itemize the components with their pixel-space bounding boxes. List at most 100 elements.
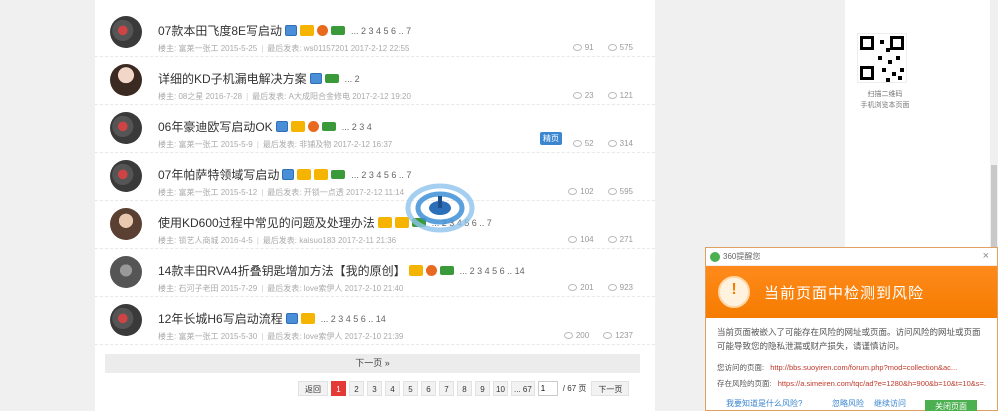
avatar[interactable] [110,112,142,144]
views-count: 923 [607,283,633,292]
author-name[interactable]: 富莱一张工 [178,188,218,197]
thread-title-line: 07款本田飞度8E写启动 ... 2 3 4 5 6 .. 7 [158,22,411,39]
thread-row: 07年帕萨特领域写启动 ... 2 3 4 5 6 .. 7 楼主: 富莱一张工 2… [95,154,655,201]
thread-page-links[interactable]: ... 2 [345,74,360,84]
thread-page-links[interactable]: ... 2 3 4 5 6 .. 14 [321,314,386,324]
last-post-info[interactable]: ws01157201 2017-2-12 22:55 [304,44,410,53]
what-risk-link[interactable]: 我要知道是什么风险? [726,399,802,408]
avatar[interactable] [110,16,142,48]
author-name[interactable]: 富莱一张工 [178,140,218,149]
avatar[interactable] [110,304,142,336]
thread-title-link[interactable]: 12年长城H6写启动流程 [158,310,283,327]
last-post-info[interactable]: love索伊人 2017-2-10 21:40 [304,284,404,293]
last-post-info[interactable]: 非铺及物 2017-2-12 16:37 [299,140,392,149]
close-page-button[interactable]: 关闭页面 [925,400,977,411]
author-name[interactable]: 富莱一张工 [178,332,218,341]
page-link[interactable]: 4 [385,381,400,396]
author-name[interactable]: 石河子老田 [178,284,218,293]
thread-page-links[interactable]: ... 2 3 4 5 6 .. 14 [460,266,525,276]
thread-title-link[interactable]: 07年帕萨特领域写启动 [158,166,279,183]
thread-title-link[interactable]: 使用KD600过程中常见的问题及处理办法 [158,214,375,231]
thread-stats: 91 575 [572,43,633,52]
next-page-button[interactable]: 下一页 [591,381,630,396]
views-count: 314 [607,139,633,148]
qr-module [878,56,882,60]
avatar[interactable] [110,256,142,288]
last-post-info[interactable]: kaisuo183 2017-2-11 21:36 [299,236,396,245]
replies-count: 102 [568,187,594,196]
continue-visit-link[interactable]: 继续访问 [874,398,906,409]
total-pages: / 67 页 [562,384,587,393]
image-attachment-icon [309,73,322,84]
thread-page-links[interactable]: ... 2 3 4 [342,122,372,132]
thread-page-links[interactable]: ... 2 3 4 5 6 .. 7 [351,26,411,36]
back-button[interactable]: 返回 [298,381,328,396]
page-link[interactable]: 2 [349,381,364,396]
thread-title-line: 详细的KD子机漏电解决方案 ... 2 [158,70,360,87]
author-name[interactable]: 富莱一张工 [178,44,218,53]
page-link[interactable]: 9 [475,381,490,396]
thread-title-link[interactable]: 详细的KD子机漏电解决方案 [158,70,307,87]
thread-meta: 楼主: 富莱一张工 2015-5-25 | 最后发表: ws01157201 201… [158,43,409,54]
page-number-input[interactable] [537,381,558,396]
last-post-info[interactable]: love索伊人 2017-2-10 21:39 [304,332,404,341]
author-name[interactable]: 锁艺人商城 [178,236,218,245]
page-link[interactable]: 7 [439,381,454,396]
next-page-bar[interactable]: 下一页 » [105,354,640,373]
thread-row: 07款本田飞度8E写启动 ... 2 3 4 5 6 .. 7 楼主: 富莱一张工 … [95,10,655,57]
avatar[interactable] [110,160,142,192]
views-count: 575 [607,43,633,52]
page-link[interactable]: 3 [367,381,382,396]
thread-title-link[interactable]: 07款本田飞度8E写启动 [158,22,282,39]
eye-icon [607,44,617,52]
last-post-label: 最后发表: [267,332,302,341]
qr-finder-top-left [860,36,874,50]
visited-url-label: 您访问的页面: [717,363,765,372]
thread-stats: 200 1237 [563,331,633,340]
author-name[interactable]: 08之星 [178,92,203,101]
thread-title-link[interactable]: 06年豪迪欧写启动OK [158,118,273,135]
ignore-risk-link[interactable]: 忽略风险 [832,398,864,409]
recommend-icon [425,265,437,276]
thread-meta: 楼主: 富莱一张工 2015-5-9 | 最后发表: 非铺及物 2017-2-12 … [158,139,392,150]
page-link[interactable]: 1 [331,381,346,396]
scrollbar-thumb[interactable] [991,165,997,257]
last-post-label: 最后发表: [267,284,302,293]
thread-meta: 楼主: 富莱一张工 2015-5-30 | 最后发表: love索伊人 2017-2… [158,331,403,342]
popup-close-icon[interactable]: × [983,250,989,262]
last-post-info[interactable]: A大成阳合金修电 2017-2-12 19:20 [289,92,411,101]
author-label: 楼主: [158,44,177,53]
eye-icon [607,140,617,148]
author-label: 楼主: [158,332,177,341]
last-post-info[interactable]: 开锁一点透 2017-2-12 11:14 [304,188,404,197]
views-value: 595 [619,187,633,196]
recommend-icon [317,25,329,36]
thread-page-links[interactable]: ... 2 3 4 5 6 .. 7 [351,170,411,180]
meta-divider: | [261,44,264,53]
page-link[interactable]: ... 67 [511,381,535,396]
page-link[interactable]: 8 [457,381,472,396]
replies-value: 201 [580,283,594,292]
popup-banner: 当前页面中检测到风险 [706,266,997,318]
replies-count: 104 [568,235,594,244]
avatar[interactable] [110,208,142,240]
thread-row: 详细的KD子机漏电解决方案 ... 2 楼主: 08之星 2016-7-28 | 最后发… [95,58,655,105]
avatar[interactable] [110,64,142,96]
thread-tag-badge[interactable]: 精页 [540,132,562,145]
reply-icon [572,44,582,52]
eye-icon [607,284,617,292]
qr-code [857,33,907,83]
warning-shield-icon [718,276,750,308]
page-link[interactable]: 10 [493,381,508,396]
popup-header-label: 360提醒您 [723,252,761,261]
replies-value: 91 [584,43,594,52]
risk-url-label: 存在风险的页面: [717,379,772,388]
security-warning-popup: 360提醒您 × 当前页面中检测到风险 当前页面被嵌入了可能存在风险的网址或页面… [705,247,998,411]
page-link[interactable]: 6 [421,381,436,396]
meta-divider: | [256,140,259,149]
page-link[interactable]: 5 [403,381,418,396]
thread-title-link[interactable]: 14款丰田RVA4折叠钥匙增加方法【我的原创】 [158,262,406,279]
recommend-icon [307,121,319,132]
qr-module [892,72,896,76]
hot-thread-icon [377,217,392,228]
